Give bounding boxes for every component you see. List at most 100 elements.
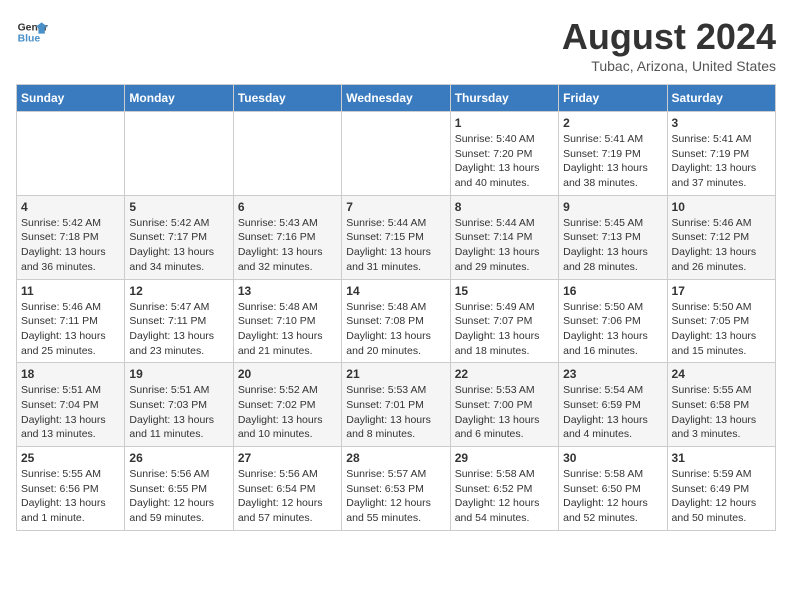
header-day-thursday: Thursday bbox=[450, 85, 558, 112]
header-day-tuesday: Tuesday bbox=[233, 85, 341, 112]
day-info: Sunrise: 5:51 AMSunset: 7:03 PMDaylight:… bbox=[129, 383, 228, 442]
day-info: Sunrise: 5:48 AMSunset: 7:08 PMDaylight:… bbox=[346, 300, 445, 359]
day-info: Sunrise: 5:53 AMSunset: 7:01 PMDaylight:… bbox=[346, 383, 445, 442]
day-info: Sunrise: 5:42 AMSunset: 7:17 PMDaylight:… bbox=[129, 216, 228, 275]
day-number: 29 bbox=[455, 451, 554, 465]
day-number: 22 bbox=[455, 367, 554, 381]
header-day-sunday: Sunday bbox=[17, 85, 125, 112]
header-day-friday: Friday bbox=[559, 85, 667, 112]
calendar-cell: 14 Sunrise: 5:48 AMSunset: 7:08 PMDayligh… bbox=[342, 279, 450, 363]
day-number: 6 bbox=[238, 200, 337, 214]
day-number: 4 bbox=[21, 200, 120, 214]
day-number: 25 bbox=[21, 451, 120, 465]
calendar-cell: 11Sunrise: 5:46 AMSunset: 7:11 PMDayligh… bbox=[17, 279, 125, 363]
header-day-wednesday: Wednesday bbox=[342, 85, 450, 112]
day-number: 15 bbox=[455, 284, 554, 298]
day-info: Sunrise: 5:44 AMSunset: 7:15 PMDaylight:… bbox=[346, 216, 445, 275]
calendar-cell: 18 Sunrise: 5:51 AMSunset: 7:04 PMDayligh… bbox=[17, 363, 125, 447]
calendar-cell bbox=[342, 112, 450, 196]
day-info: Sunrise: 5:54 AMSunset: 6:59 PMDaylight:… bbox=[563, 383, 662, 442]
calendar-cell: 30 Sunrise: 5:58 AMSunset: 6:50 PMDayligh… bbox=[559, 447, 667, 531]
day-info: Sunrise: 5:42 AMSunset: 7:18 PMDaylight:… bbox=[21, 216, 120, 275]
day-info: Sunrise: 5:56 AMSunset: 6:55 PMDaylight:… bbox=[129, 467, 228, 526]
day-number: 1 bbox=[455, 116, 554, 130]
day-number: 12 bbox=[129, 284, 228, 298]
calendar-cell: 21 Sunrise: 5:53 AMSunset: 7:01 PMDayligh… bbox=[342, 363, 450, 447]
day-info: Sunrise: 5:55 AMSunset: 6:58 PMDaylight:… bbox=[672, 383, 771, 442]
calendar-cell: 6 Sunrise: 5:43 AMSunset: 7:16 PMDaylight… bbox=[233, 195, 341, 279]
calendar-week-4: 18 Sunrise: 5:51 AMSunset: 7:04 PMDayligh… bbox=[17, 363, 776, 447]
day-info: Sunrise: 5:43 AMSunset: 7:16 PMDaylight:… bbox=[238, 216, 337, 275]
day-number: 27 bbox=[238, 451, 337, 465]
logo: General Blue bbox=[16, 16, 48, 48]
day-info: Sunrise: 5:47 AMSunset: 7:11 PMDaylight:… bbox=[129, 300, 228, 359]
day-info: Sunrise: 5:59 AMSunset: 6:49 PMDaylight:… bbox=[672, 467, 771, 526]
day-info: Sunrise: 5:50 AMSunset: 7:05 PMDaylight:… bbox=[672, 300, 771, 359]
day-info: Sunrise: 5:45 AMSunset: 7:13 PMDaylight:… bbox=[563, 216, 662, 275]
day-number: 23 bbox=[563, 367, 662, 381]
day-number: 14 bbox=[346, 284, 445, 298]
day-info: Sunrise: 5:52 AMSunset: 7:02 PMDaylight:… bbox=[238, 383, 337, 442]
day-number: 11 bbox=[21, 284, 120, 298]
calendar-cell: 22 Sunrise: 5:53 AMSunset: 7:00 PMDayligh… bbox=[450, 363, 558, 447]
calendar-cell bbox=[125, 112, 233, 196]
day-number: 7 bbox=[346, 200, 445, 214]
calendar-table: SundayMondayTuesdayWednesdayThursdayFrid… bbox=[16, 84, 776, 531]
day-info: Sunrise: 5:58 AMSunset: 6:50 PMDaylight:… bbox=[563, 467, 662, 526]
page-header: General Blue August 2024 Tubac, Arizona,… bbox=[16, 16, 776, 74]
calendar-cell: 4 Sunrise: 5:42 AMSunset: 7:18 PMDaylight… bbox=[17, 195, 125, 279]
day-number: 16 bbox=[563, 284, 662, 298]
day-info: Sunrise: 5:41 AMSunset: 7:19 PMDaylight:… bbox=[672, 132, 771, 191]
day-number: 9 bbox=[563, 200, 662, 214]
day-info: Sunrise: 5:57 AMSunset: 6:53 PMDaylight:… bbox=[346, 467, 445, 526]
day-number: 18 bbox=[21, 367, 120, 381]
day-info: Sunrise: 5:40 AMSunset: 7:20 PMDaylight:… bbox=[455, 132, 554, 191]
calendar-header: SundayMondayTuesdayWednesdayThursdayFrid… bbox=[17, 85, 776, 112]
calendar-cell: 28Sunrise: 5:57 AMSunset: 6:53 PMDayligh… bbox=[342, 447, 450, 531]
calendar-cell: 17 Sunrise: 5:50 AMSunset: 7:05 PMDayligh… bbox=[667, 279, 775, 363]
calendar-cell: 3Sunrise: 5:41 AMSunset: 7:19 PMDaylight… bbox=[667, 112, 775, 196]
calendar-cell: 29 Sunrise: 5:58 AMSunset: 6:52 PMDayligh… bbox=[450, 447, 558, 531]
day-info: Sunrise: 5:51 AMSunset: 7:04 PMDaylight:… bbox=[21, 383, 120, 442]
day-number: 2 bbox=[563, 116, 662, 130]
calendar-cell: 12 Sunrise: 5:47 AMSunset: 7:11 PMDayligh… bbox=[125, 279, 233, 363]
calendar-cell: 7 Sunrise: 5:44 AMSunset: 7:15 PMDaylight… bbox=[342, 195, 450, 279]
header-day-monday: Monday bbox=[125, 85, 233, 112]
subtitle: Tubac, Arizona, United States bbox=[562, 58, 776, 74]
day-number: 10 bbox=[672, 200, 771, 214]
calendar-cell: 15Sunrise: 5:49 AMSunset: 7:07 PMDayligh… bbox=[450, 279, 558, 363]
day-number: 17 bbox=[672, 284, 771, 298]
day-info: Sunrise: 5:46 AMSunset: 7:12 PMDaylight:… bbox=[672, 216, 771, 275]
calendar-week-5: 25 Sunrise: 5:55 AMSunset: 6:56 PMDayligh… bbox=[17, 447, 776, 531]
calendar-cell: 25 Sunrise: 5:55 AMSunset: 6:56 PMDayligh… bbox=[17, 447, 125, 531]
calendar-cell bbox=[233, 112, 341, 196]
calendar-cell: 19 Sunrise: 5:51 AMSunset: 7:03 PMDayligh… bbox=[125, 363, 233, 447]
day-info: Sunrise: 5:50 AMSunset: 7:06 PMDaylight:… bbox=[563, 300, 662, 359]
calendar-cell: 16 Sunrise: 5:50 AMSunset: 7:06 PMDayligh… bbox=[559, 279, 667, 363]
day-number: 21 bbox=[346, 367, 445, 381]
header-day-saturday: Saturday bbox=[667, 85, 775, 112]
day-number: 19 bbox=[129, 367, 228, 381]
calendar-cell: 8 Sunrise: 5:44 AMSunset: 7:14 PMDaylight… bbox=[450, 195, 558, 279]
day-number: 24 bbox=[672, 367, 771, 381]
day-number: 31 bbox=[672, 451, 771, 465]
calendar-cell: 13Sunrise: 5:48 AMSunset: 7:10 PMDayligh… bbox=[233, 279, 341, 363]
calendar-cell: 20Sunrise: 5:52 AMSunset: 7:02 PMDayligh… bbox=[233, 363, 341, 447]
calendar-cell bbox=[17, 112, 125, 196]
calendar-cell: 23 Sunrise: 5:54 AMSunset: 6:59 PMDayligh… bbox=[559, 363, 667, 447]
day-info: Sunrise: 5:53 AMSunset: 7:00 PMDaylight:… bbox=[455, 383, 554, 442]
day-info: Sunrise: 5:48 AMSunset: 7:10 PMDaylight:… bbox=[238, 300, 337, 359]
day-number: 26 bbox=[129, 451, 228, 465]
header-row: SundayMondayTuesdayWednesdayThursdayFrid… bbox=[17, 85, 776, 112]
calendar-week-1: 1 Sunrise: 5:40 AMSunset: 7:20 PMDaylight… bbox=[17, 112, 776, 196]
calendar-cell: 27Sunrise: 5:56 AMSunset: 6:54 PMDayligh… bbox=[233, 447, 341, 531]
day-info: Sunrise: 5:58 AMSunset: 6:52 PMDaylight:… bbox=[455, 467, 554, 526]
day-info: Sunrise: 5:41 AMSunset: 7:19 PMDaylight:… bbox=[563, 132, 662, 191]
day-number: 30 bbox=[563, 451, 662, 465]
day-number: 8 bbox=[455, 200, 554, 214]
calendar-cell: 10 Sunrise: 5:46 AMSunset: 7:12 PMDayligh… bbox=[667, 195, 775, 279]
day-info: Sunrise: 5:44 AMSunset: 7:14 PMDaylight:… bbox=[455, 216, 554, 275]
calendar-cell: 2 Sunrise: 5:41 AMSunset: 7:19 PMDaylight… bbox=[559, 112, 667, 196]
calendar-cell: 1 Sunrise: 5:40 AMSunset: 7:20 PMDaylight… bbox=[450, 112, 558, 196]
day-info: Sunrise: 5:55 AMSunset: 6:56 PMDaylight:… bbox=[21, 467, 120, 526]
